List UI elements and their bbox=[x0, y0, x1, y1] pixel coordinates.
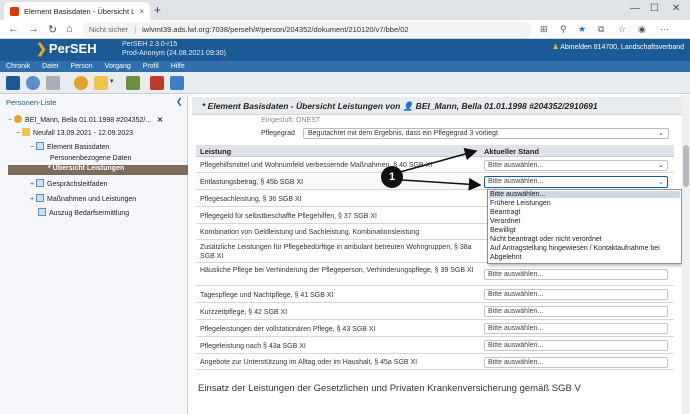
scrollbar-thumb[interactable] bbox=[683, 145, 689, 187]
annotation-arrows bbox=[399, 147, 482, 191]
scrollbar[interactable] bbox=[682, 95, 690, 414]
callout-badge: 1 bbox=[381, 166, 403, 188]
section-heading-sgb-v: Einsatz der Leistungen der Gesetzlichen … bbox=[198, 383, 581, 394]
